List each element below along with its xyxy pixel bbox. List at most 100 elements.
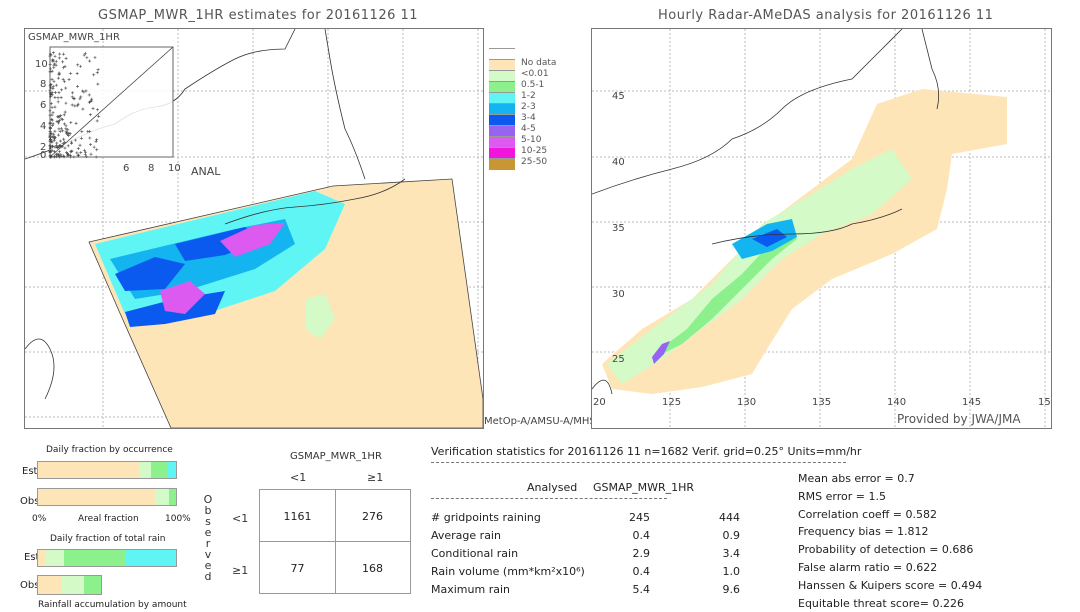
stat-analysed: 245	[629, 511, 650, 524]
stat-label: # gridpoints raining	[431, 511, 541, 524]
left-map-canvas	[25, 29, 483, 428]
contingency-col-lt1: <1	[290, 471, 307, 484]
fraction-segment	[64, 550, 125, 566]
data-credit: Provided by JWA/JMA	[897, 412, 1021, 426]
left-map-title: GSMAP_MWR_1HR estimates for 20161126 11	[98, 8, 419, 23]
stat-est: 444	[719, 511, 740, 524]
legend-label: <0.01	[521, 69, 549, 79]
fraction-segment	[167, 462, 176, 478]
stat-analysed: 2.9	[632, 547, 651, 560]
total-rain-obs-bar	[37, 575, 102, 595]
lat-tick-35: 35	[612, 223, 625, 234]
stat-est: 3.4	[722, 547, 741, 560]
contingency-col-ge1: ≥1	[367, 471, 384, 484]
inset-ytick-8: 8	[40, 79, 47, 90]
cell-obs-ge1-est-ge1: 168	[362, 562, 383, 575]
contingency-row-ge1: ≥1	[232, 564, 249, 577]
lon-tick-140: 140	[887, 397, 907, 408]
legend-label: 10-25	[521, 146, 548, 156]
fraction-segment	[124, 550, 176, 566]
stat-label: Rain volume (mm*km²x10⁶)	[431, 565, 585, 578]
fraction-segment	[155, 489, 170, 505]
col-divider	[431, 498, 667, 499]
satellite-label: MetOp-A/AMSU-A/MHS	[484, 416, 596, 427]
lon-tick-135: 135	[812, 397, 832, 408]
fraction-segment	[44, 550, 65, 566]
stat-analysed: 0.4	[632, 529, 651, 542]
occurrence-obs-bar	[37, 488, 177, 506]
col-estimate: GSMAP_MWR_1HR	[593, 481, 695, 494]
score-line: False alarm ratio = 0.622	[798, 561, 938, 574]
fraction-segment	[151, 462, 168, 478]
total-rain-footer: Rainfall accumulation by amount	[38, 600, 187, 610]
occurrence-axis-mid: Areal fraction	[78, 514, 139, 524]
score-line: Mean abs error = 0.7	[798, 472, 915, 485]
cell-obs-ge1-est-lt1: 77	[290, 562, 305, 575]
stat-analysed: 0.4	[632, 565, 651, 578]
stat-label: Average rain	[431, 529, 501, 542]
cell-obs-lt1-est-lt1: 1161	[283, 510, 312, 523]
score-line: Hanssen & Kuipers score = 0.494	[798, 578, 983, 592]
legend-label: 1-2	[521, 91, 536, 101]
right-map-canvas	[592, 29, 1051, 428]
legend-label: No data	[521, 58, 557, 68]
fraction-segment	[38, 550, 45, 566]
right-map: 45 40 35 30 25 20 125 130 135 140 145 15…	[591, 28, 1052, 429]
occurrence-title: Daily fraction by occurrence	[46, 445, 173, 455]
inset-xtick-6: 6	[123, 163, 130, 174]
inset-ytick-6: 6	[40, 100, 47, 111]
lat-tick-25: 25	[612, 354, 625, 365]
stat-label: Maximum rain	[431, 583, 510, 596]
legend-label: 4-5	[521, 124, 536, 134]
occurrence-axis-left: 0%	[32, 514, 47, 524]
score-line: RMS error = 1.5	[798, 489, 886, 503]
stat-analysed: 5.4	[632, 583, 651, 596]
legend-label: 2-3	[521, 102, 536, 112]
score-line: Equitable threat score= 0.226	[798, 596, 964, 610]
contingency-title: GSMAP_MWR_1HR	[290, 451, 382, 462]
inset-ytick-4: 4	[40, 121, 47, 132]
header-divider	[431, 462, 846, 463]
occurrence-est-label: Est	[22, 466, 38, 477]
fraction-segment	[138, 462, 152, 478]
cell-obs-lt1-est-ge1: 276	[362, 510, 383, 523]
lat-tick-30: 30	[612, 289, 625, 300]
inset-xtick-8: 8	[148, 163, 155, 174]
lat-tick-45: 45	[612, 91, 625, 102]
lon-tick-130: 130	[737, 397, 757, 408]
col-analysed: Analysed	[527, 481, 578, 494]
inset-xlabel: ANAL	[191, 165, 221, 178]
verification-header: Verification statistics for 20161126 11 …	[431, 445, 862, 458]
fraction-segment	[169, 489, 176, 505]
lon-tick-150: 15	[1038, 397, 1051, 408]
fraction-segment	[83, 576, 101, 594]
occurrence-axis-right: 100%	[165, 514, 191, 524]
legend-label: 5-10	[521, 135, 542, 145]
score-line: Probability of detection = 0.686	[798, 543, 974, 557]
score-line: Frequency bias = 1.812	[798, 525, 929, 539]
lon-tick-120: 20	[593, 397, 606, 408]
contingency-grid: 1161 276 77 168	[259, 489, 411, 594]
legend-label: 25-50	[521, 157, 548, 167]
stat-est: 9.6	[722, 583, 741, 596]
lon-tick-145: 145	[962, 397, 982, 408]
lon-tick-125: 125	[662, 397, 682, 408]
lat-tick-40: 40	[612, 157, 625, 168]
legend-label: 3-4	[521, 113, 536, 123]
total-rain-est-bar	[37, 549, 177, 567]
score-line: Correlation coeff = 0.582	[798, 507, 937, 521]
fraction-segment	[38, 462, 139, 478]
inset-title: GSMAP_MWR_1HR	[28, 32, 120, 43]
right-map-title: Hourly Radar-AMeDAS analysis for 2016112…	[658, 8, 994, 23]
inset-ytick-0: 0	[40, 150, 47, 161]
stat-est: 0.9	[722, 529, 741, 542]
color-legend: No data <0.01 0.5-1 1-2 2-3 3-4 4-5 5-10 10-25 25…	[489, 48, 559, 198]
contingency-row-lt1: <1	[232, 512, 249, 525]
stat-label: Conditional rain	[431, 547, 519, 560]
contingency-side-label: Observed	[203, 493, 213, 583]
occurrence-est-bar	[37, 461, 177, 479]
inset-ytick-10: 10	[35, 59, 48, 70]
legend-swatch	[489, 158, 515, 170]
left-map: GSMAP_MWR_1HR 10 8 6 4 2 0 6 8 10 ANAL	[24, 28, 484, 429]
stat-est: 1.0	[722, 565, 741, 578]
